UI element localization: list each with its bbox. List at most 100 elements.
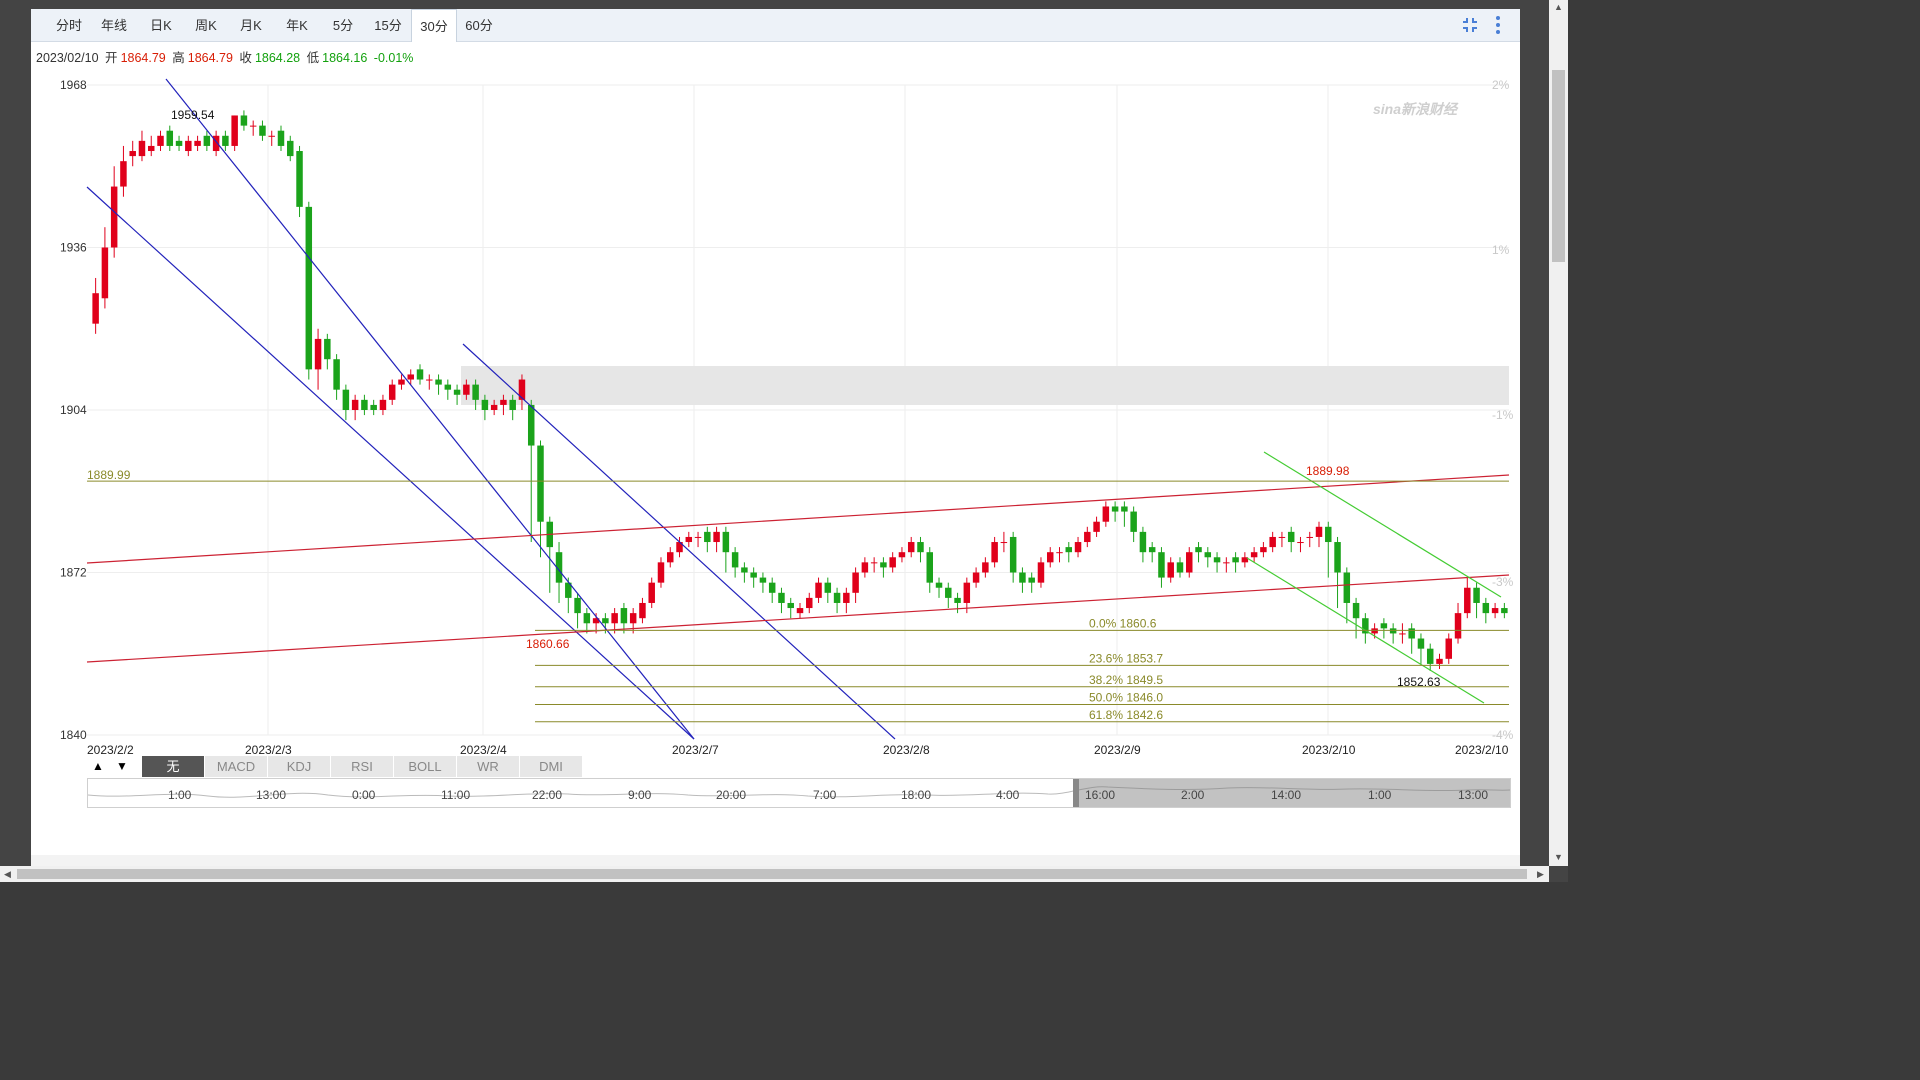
candle-body [787,602,794,609]
candle-body [926,552,933,583]
candle-body [268,135,275,137]
candle-body [1139,531,1147,553]
candle-body [175,140,183,146]
fib-label: 0.0% 1860.6 [1089,616,1157,630]
navigator-handle[interactable] [1073,779,1079,807]
candle-body [527,404,535,446]
ind-rsi[interactable]: RSI [331,756,394,777]
scroll-right-arrow[interactable]: ▶ [1537,869,1544,880]
candle-body [314,338,322,370]
x-tick-label: 2023/2/2 [87,743,134,757]
candle-body [240,115,248,126]
candle-body [324,338,331,360]
vertical-scrollbar[interactable]: ▲ ▼ [1549,0,1568,866]
candle-body [880,562,887,568]
candle-body [305,206,313,370]
high-annotation: 1889.98 [1306,464,1350,478]
y-tick-label: 1840 [60,728,87,742]
candle-body [824,582,832,593]
candle-body [1074,542,1082,553]
candle-body [852,572,859,593]
candle-body [129,151,136,157]
sina-watermark: sina新浪财经 [1373,101,1458,117]
scroll-up-arrow[interactable]: ▲ [1554,2,1563,12]
candle-body [1250,552,1258,558]
candle-body [92,293,99,324]
candle-body [1473,587,1480,603]
candle-body [759,577,767,583]
ind-dmi[interactable]: DMI [520,756,583,777]
candle-body [1158,552,1165,578]
candle-body [778,592,785,603]
candle-body [1269,536,1276,548]
candle-body [1223,562,1230,564]
candle-body [1454,613,1462,639]
candle-body [1260,547,1267,553]
candle-body [731,552,739,568]
zoom-out-arrow[interactable]: ▼ [113,756,131,777]
scroll-down-arrow[interactable]: ▼ [1554,852,1563,862]
candle-body [1000,542,1008,544]
candle-body [203,135,211,146]
horizontal-scrollbar[interactable]: ◀ ▶ [0,866,1549,882]
candle-body [426,379,433,381]
candle-body [1417,638,1425,649]
candle-body [1176,562,1184,573]
ind-boll[interactable]: BOLL [394,756,457,777]
nav-label: 9:00 [628,788,652,802]
candle-body [1491,608,1499,614]
candle-body [1009,536,1017,573]
candle-body [833,592,841,603]
ind-wr[interactable]: WR [457,756,520,777]
zoom-in-arrow[interactable]: ▲ [89,756,107,777]
candle-body [138,140,146,157]
candle-body [1186,552,1193,573]
nav-label: 4:00 [996,788,1020,802]
candle-body [370,404,377,410]
candle-body [1306,536,1313,538]
candle-body [991,542,998,563]
candle-body [1380,623,1388,629]
pct-tick-label: 1% [1492,243,1510,257]
candle-body [917,542,924,553]
candle-body [713,531,720,543]
candle-body [481,399,489,410]
candle-body [296,151,303,207]
candle-body [935,582,943,588]
candle-body [657,562,665,583]
level-label: 1889.99 [87,468,131,482]
scroll-left-arrow[interactable]: ◀ [4,869,11,880]
low-annotation: 1852.63 [1397,675,1441,689]
candle-body [435,379,442,385]
ind-none[interactable]: 无 [142,756,205,777]
candle-body [1019,572,1026,583]
candle-body [1093,521,1100,532]
vertical-scroll-thumb[interactable] [1552,70,1565,262]
fib-label: 50.0% 1846.0 [1089,691,1163,705]
pct-tick-label: -4% [1492,728,1514,742]
candle-body [1426,648,1434,664]
candle-body [277,130,285,146]
x-tick-label: 2023/2/9 [1094,743,1141,757]
candle-body [1408,628,1415,639]
candle-body [1389,628,1397,634]
candle-body [796,608,804,614]
candle-body [120,161,127,187]
candle-body [1482,602,1490,614]
candle-body [1343,572,1351,603]
time-navigator[interactable]: 1:00 13:00 0:00 11:00 22:00 9:00 20:00 7… [87,778,1511,808]
ind-kdj[interactable]: KDJ [268,756,331,777]
fib-label: 61.8% 1842.6 [1089,708,1163,722]
ind-macd[interactable]: MACD [205,756,268,777]
candle-body [194,140,201,146]
horizontal-scroll-thumb[interactable] [17,869,1527,879]
candle-body [1195,547,1202,553]
nav-label: 1:00 [1368,788,1392,802]
candle-body [583,613,591,624]
candle-body [1102,506,1110,522]
candle-body [416,369,424,380]
candle-body [490,404,498,410]
candlestick-chart[interactable]: 1889.99 0.0% 1860.6 23.6% 1853.7 38.2% 1849… [31,9,1520,855]
candle-body [1399,633,1406,635]
candle-body [843,592,850,603]
